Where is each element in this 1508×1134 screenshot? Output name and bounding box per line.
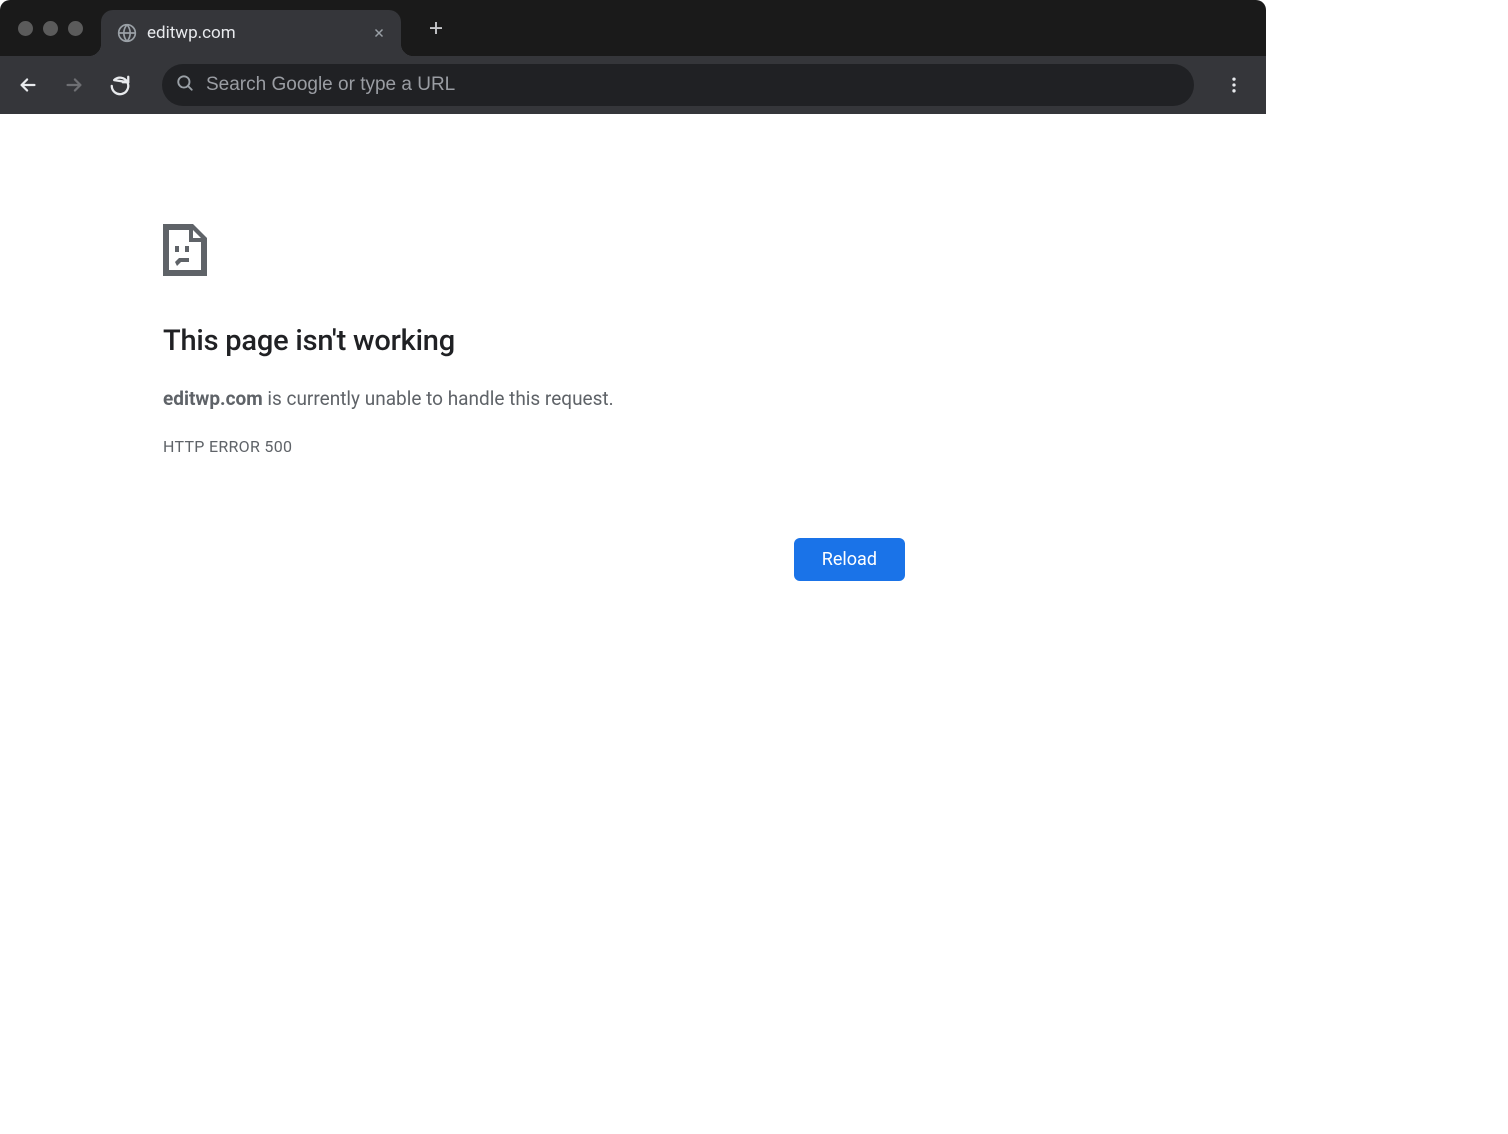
window-close-button[interactable]	[18, 21, 33, 36]
forward-button[interactable]	[52, 63, 96, 107]
tab-title: editwp.com	[147, 23, 369, 43]
search-icon	[176, 74, 194, 96]
tab-close-button[interactable]	[369, 23, 389, 43]
toolbar	[0, 56, 1266, 114]
omnibox[interactable]	[162, 64, 1194, 106]
reload-button[interactable]: Reload	[794, 538, 905, 581]
error-message: is currently unable to handle this reque…	[263, 387, 614, 410]
page-content: This page isn't working editwp.com is cu…	[0, 114, 1266, 950]
error-container: This page isn't working editwp.com is cu…	[163, 224, 905, 581]
titlebar: editwp.com	[0, 0, 1266, 56]
sad-page-icon	[163, 224, 905, 280]
menu-button[interactable]	[1212, 63, 1256, 107]
window-minimize-button[interactable]	[43, 21, 58, 36]
window-maximize-button[interactable]	[68, 21, 83, 36]
url-input[interactable]	[206, 74, 1180, 96]
browser-tab[interactable]: editwp.com	[101, 10, 401, 56]
error-domain: editwp.com	[163, 387, 263, 410]
back-button[interactable]	[6, 63, 50, 107]
error-title: This page isn't working	[163, 324, 905, 358]
browser-window: editwp.com	[0, 0, 1266, 950]
error-description: editwp.com is currently unable to handle…	[163, 386, 905, 413]
new-tab-button[interactable]	[419, 11, 453, 45]
reload-nav-button[interactable]	[98, 63, 142, 107]
window-controls	[0, 0, 101, 56]
globe-icon	[117, 23, 137, 43]
reload-row: Reload	[163, 538, 905, 581]
error-code: HTTP ERROR 500	[163, 437, 905, 456]
